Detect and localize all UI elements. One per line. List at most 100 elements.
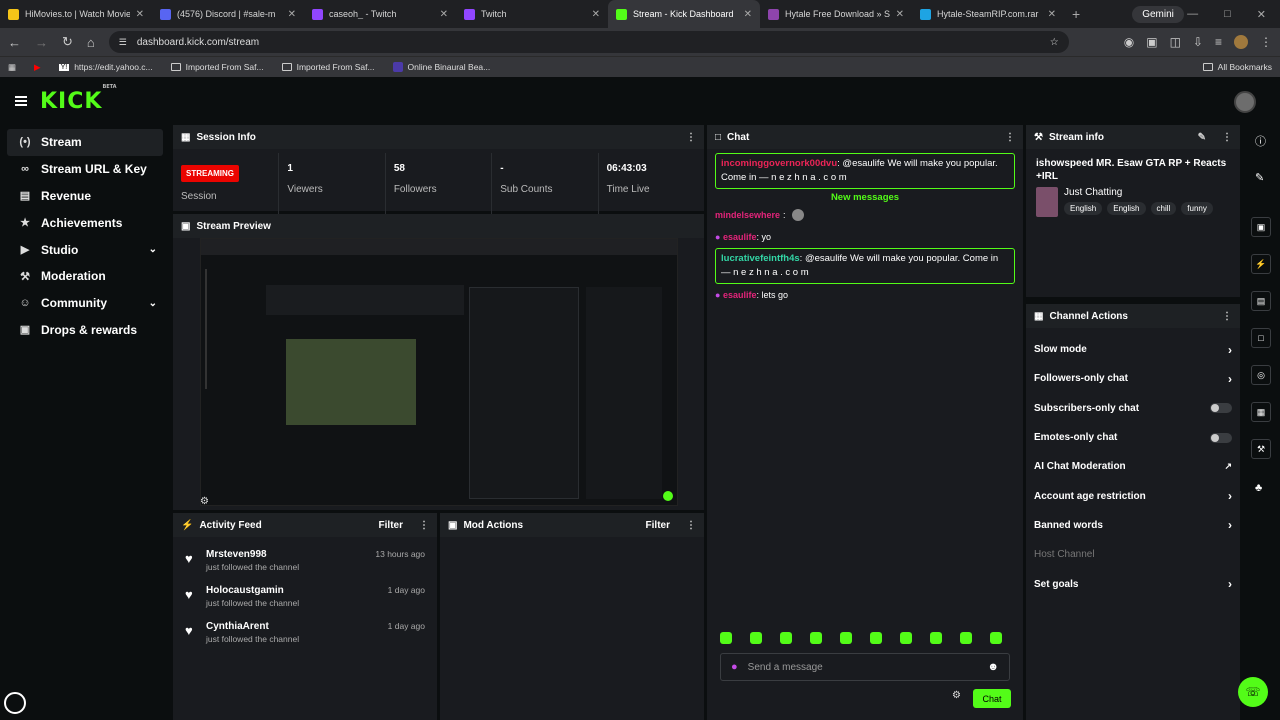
chevron-right-icon[interactable]: ›: [1228, 343, 1232, 357]
emote-icon[interactable]: [870, 632, 882, 644]
toggle-switch[interactable]: [1210, 432, 1232, 443]
chat-settings-icon[interactable]: ⚙: [952, 690, 961, 701]
emote-icon[interactable]: [720, 632, 732, 644]
edit-icon[interactable]: ✎: [1198, 132, 1206, 143]
emote-icon[interactable]: [990, 632, 1002, 644]
youtube-icon[interactable]: ▶: [34, 62, 41, 73]
channel-action-account-age-restriction[interactable]: Account age restriction ›: [1026, 481, 1240, 510]
close-tab-icon[interactable]: ✕: [288, 9, 296, 20]
chat-username[interactable]: esaulife: [723, 232, 757, 242]
mic-icon[interactable]: ●: [731, 661, 738, 673]
chat-message-highlight[interactable]: incominggovernork00dvu: @esaulife We wil…: [715, 153, 1015, 189]
close-tab-icon[interactable]: ✕: [592, 9, 600, 20]
chevron-right-icon[interactable]: ›: [1228, 577, 1232, 591]
sidebar-item-studio[interactable]: ▶ Studio ⌄: [7, 236, 163, 263]
category-thumbnail[interactable]: [1036, 187, 1058, 217]
sidebar-item-stream-url-key[interactable]: ∞ Stream URL & Key: [7, 156, 163, 183]
chevron-right-icon[interactable]: ›: [1228, 372, 1232, 386]
support-chat-icon[interactable]: ☏: [1238, 677, 1268, 707]
sidebar-item-revenue[interactable]: ▤ Revenue: [7, 183, 163, 210]
user-avatar[interactable]: [1234, 91, 1256, 113]
close-tab-icon[interactable]: ✕: [440, 9, 448, 20]
all-bookmarks[interactable]: All Bookmarks: [1202, 62, 1272, 72]
follower-name[interactable]: CynthiaArent: [206, 621, 299, 632]
browser-menu-icon[interactable]: ⋮: [1260, 35, 1272, 49]
chevron-down-icon[interactable]: ⌄: [149, 298, 157, 309]
stream-tag[interactable]: funny: [1181, 202, 1213, 215]
channel-action-slow-mode[interactable]: Slow mode ›: [1026, 335, 1240, 364]
close-window-icon[interactable]: ✕: [1257, 8, 1266, 21]
channel-action-subscribers-only-chat[interactable]: Subscribers-only chat: [1026, 394, 1240, 423]
lightning-icon[interactable]: ⚡: [1251, 254, 1271, 274]
apps-icon[interactable]: ▦: [8, 62, 16, 73]
browser-tab[interactable]: HiMovies.to | Watch Movies O ✕: [0, 0, 152, 28]
emote-icon[interactable]: [930, 632, 942, 644]
back-icon[interactable]: ←: [8, 35, 21, 50]
kick-logo[interactable]: KICKBETA: [40, 84, 117, 114]
browser-tab[interactable]: Twitch ✕: [456, 0, 608, 28]
emote-icon[interactable]: [840, 632, 852, 644]
settings-gear-icon[interactable]: [4, 692, 26, 714]
channel-action-followers-only-chat[interactable]: Followers-only chat ›: [1026, 364, 1240, 393]
follower-name[interactable]: Mrsteven998: [206, 549, 299, 560]
address-bar[interactable]: ☰ dashboard.kick.com/stream ☆: [108, 31, 1069, 53]
more-menu-icon[interactable]: ⋮: [1005, 132, 1015, 143]
gemini-button[interactable]: Gemini: [1132, 5, 1184, 23]
pencil-icon[interactable]: ✎: [1255, 171, 1264, 184]
new-tab-icon[interactable]: +: [1064, 6, 1088, 22]
maximize-icon[interactable]: □: [1224, 8, 1231, 21]
chevron-right-icon[interactable]: ›: [1228, 518, 1232, 532]
emote-icon[interactable]: [960, 632, 972, 644]
hamburger-menu-icon[interactable]: [15, 96, 27, 106]
stream-tag[interactable]: English: [1064, 202, 1103, 215]
star-icon[interactable]: ☆: [1050, 37, 1059, 48]
minimize-icon[interactable]: —: [1187, 8, 1198, 21]
category-name[interactable]: Just Chatting: [1064, 187, 1213, 198]
browser-tab[interactable]: (4576) Discord | #​​sale-m ✕: [152, 0, 304, 28]
site-info-icon[interactable]: ☰: [119, 37, 127, 48]
reload-icon[interactable]: ↻: [62, 34, 73, 50]
browser-tab[interactable]: Hytale Free Download » Stea ✕: [760, 0, 912, 28]
sidepanel-icon[interactable]: ◫: [1170, 35, 1181, 49]
more-menu-icon[interactable]: ⋮: [686, 520, 696, 531]
channel-action-emotes-only-chat[interactable]: Emotes-only chat: [1026, 423, 1240, 452]
channel-action-banned-words[interactable]: Banned words ›: [1026, 511, 1240, 540]
chat-username[interactable]: lucrativefeintfh4s: [721, 253, 800, 264]
sidebar-item-moderation[interactable]: ⚒ Moderation: [7, 263, 163, 290]
stream-preview-video[interactable]: [200, 238, 678, 506]
close-tab-icon[interactable]: ✕: [744, 9, 752, 20]
sidebar-item-stream[interactable]: (•) Stream: [7, 129, 163, 156]
broadcast-icon[interactable]: ◎: [1251, 365, 1271, 385]
preview-settings-icon[interactable]: ⚙: [200, 496, 209, 507]
bookmark-folder-1[interactable]: Imported From Saf...: [170, 62, 264, 72]
download-icon[interactable]: ⇩: [1193, 35, 1203, 49]
filter-button[interactable]: Filter: [379, 520, 403, 531]
close-tab-icon[interactable]: ✕: [136, 9, 144, 20]
external-link-icon[interactable]: ↗: [1224, 461, 1232, 472]
sidebar-item-community[interactable]: ☺ Community ⌄: [7, 290, 163, 317]
new-messages-divider[interactable]: New messages: [707, 192, 1023, 203]
emote-icon[interactable]: [900, 632, 912, 644]
document-icon[interactable]: ▤: [1251, 291, 1271, 311]
toggle-switch[interactable]: [1210, 403, 1232, 414]
chat-username[interactable]: mindelsewhere: [715, 208, 780, 222]
browser-tab[interactable]: caseoh_ - Twitch ✕: [304, 0, 456, 28]
emote-icon[interactable]: [750, 632, 762, 644]
bookmark-yahoo[interactable]: Y! https://edit.yahoo.c...: [58, 62, 153, 72]
more-menu-icon[interactable]: ⋮: [419, 520, 429, 531]
chat-username[interactable]: incominggovernork00dvu: [721, 158, 837, 169]
chat-username[interactable]: esaulife: [723, 290, 757, 300]
follower-name[interactable]: Holocaustgamin: [206, 585, 299, 596]
shapes-icon[interactable]: ♣: [1255, 482, 1262, 494]
home-icon[interactable]: ⌂: [87, 35, 95, 50]
media-icon[interactable]: ≡: [1215, 35, 1222, 49]
chevron-right-icon[interactable]: ›: [1228, 489, 1232, 503]
browser-tab[interactable]: Stream - Kick Dashboard ✕: [608, 0, 760, 28]
chevron-down-icon[interactable]: ⌄: [149, 244, 157, 255]
extension-icon[interactable]: ◉: [1124, 35, 1134, 49]
chat-bubble-icon[interactable]: □: [1251, 328, 1271, 348]
close-tab-icon[interactable]: ✕: [896, 9, 904, 20]
bookmark-folder-2[interactable]: Imported From Saf...: [281, 62, 375, 72]
channel-action-ai-chat-moderation[interactable]: AI Chat Moderation ↗: [1026, 452, 1240, 481]
chat-message-highlight[interactable]: lucrativefeintfh4s: @esaulife We will ma…: [715, 248, 1015, 284]
